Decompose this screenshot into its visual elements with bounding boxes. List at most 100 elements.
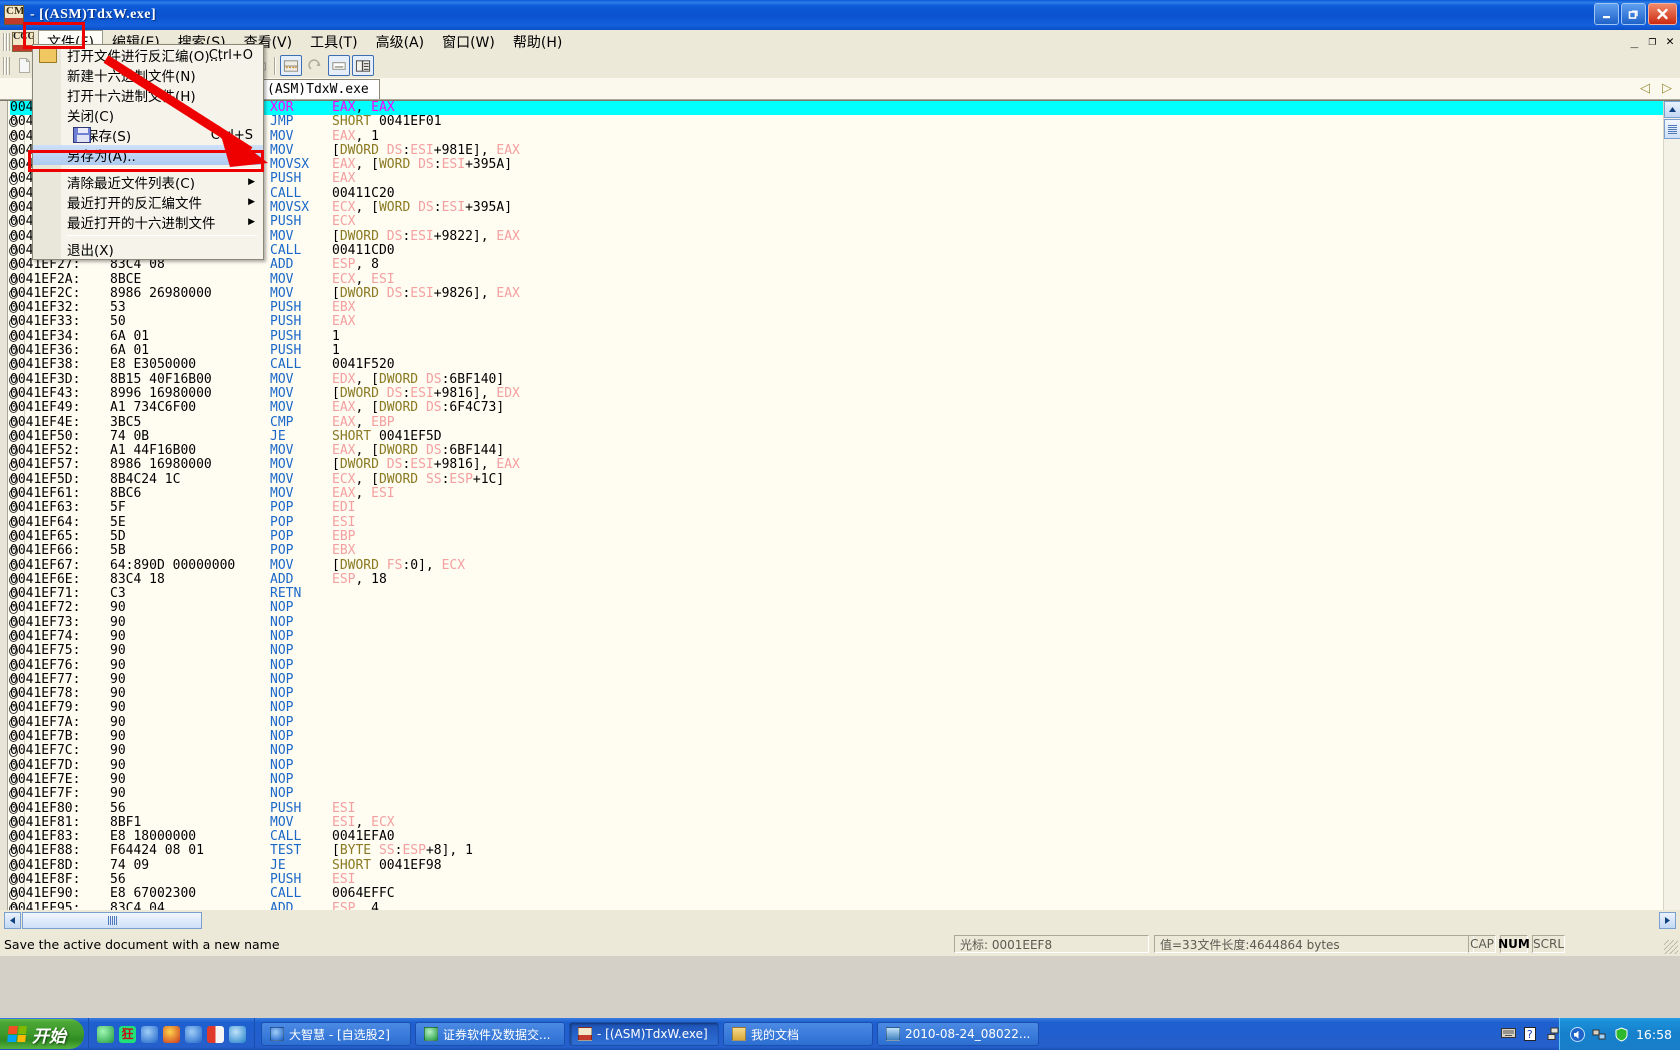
menu-help[interactable]: 帮助(H) bbox=[504, 30, 571, 54]
start-button[interactable]: 开始 bbox=[0, 1019, 84, 1049]
code-line[interactable]: 0041EF7C: 90 NOP bbox=[10, 744, 1663, 759]
code-line[interactable]: 0041EF79: 90 NOP bbox=[10, 701, 1663, 716]
file-menu-item[interactable]: 保存(S) Ctrl+S bbox=[33, 125, 263, 145]
code-line[interactable]: 0041EF80: 56 PUSH ESI bbox=[10, 801, 1663, 816]
code-line[interactable]: 0041EF88: F64424 08 01 TEST [BYTE SS:ESP+8]… bbox=[10, 844, 1663, 859]
code-line[interactable]: 0041EF34: 6A 01 PUSH 1 bbox=[10, 329, 1663, 344]
code-line[interactable]: 0041EF72: 90 NOP bbox=[10, 601, 1663, 616]
minimize-button[interactable] bbox=[1594, 3, 1619, 25]
quick-launch-bar[interactable]: 狂 bbox=[88, 1018, 255, 1050]
tab-asm-tdxw[interactable]: (ASM)TdxW.exe bbox=[260, 79, 380, 99]
help-icon[interactable]: ? bbox=[1524, 1026, 1539, 1042]
resize-grip[interactable] bbox=[1664, 940, 1678, 954]
code-line[interactable]: 0041EF50: 74 0B JE SHORT 0041EF5D bbox=[10, 429, 1663, 444]
code-line[interactable]: 0041EF7D: 90 NOP bbox=[10, 758, 1663, 773]
quicklaunch-tool-icon[interactable] bbox=[163, 1025, 180, 1043]
code-line[interactable]: 0041EF90: E8 67002300 CALL 0064EFFC bbox=[10, 887, 1663, 902]
code-line[interactable]: 0041EF6E: 83C4 18 ADD ESP, 18 bbox=[10, 572, 1663, 587]
code-line[interactable]: 0041EF38: E8 E3050000 CALL 0041F520 bbox=[10, 358, 1663, 373]
code-line[interactable]: 0041EF75: 90 NOP bbox=[10, 643, 1663, 658]
code-line[interactable]: 0041EF73: 90 NOP bbox=[10, 615, 1663, 630]
taskbar-task-button[interactable]: 2010-08-24_08022... bbox=[877, 1022, 1040, 1046]
code-line[interactable]: 0041EF33: 50 PUSH EAX bbox=[10, 315, 1663, 330]
maximize-button[interactable] bbox=[1621, 3, 1646, 25]
hex-table-button[interactable] bbox=[280, 55, 302, 76]
taskbar-task-button[interactable]: - [(ASM)TdxW.exe] bbox=[569, 1022, 719, 1046]
vertical-scrollbar[interactable] bbox=[1663, 101, 1680, 911]
code-line[interactable]: 0041EF5D: 8B4C24 1C MOV ECX, [DWORD SS:ESP+… bbox=[10, 472, 1663, 487]
taskbar-task-button[interactable]: 大智慧 - [自选股2] bbox=[261, 1022, 411, 1046]
code-line[interactable]: 0041EF74: 90 NOP bbox=[10, 629, 1663, 644]
quicklaunch-kuang-icon[interactable]: 狂 bbox=[119, 1025, 136, 1043]
menu-tools[interactable]: 工具(T) bbox=[301, 30, 366, 54]
code-line[interactable]: 0041EF7B: 90 NOP bbox=[10, 729, 1663, 744]
quicklaunch-outlook-icon[interactable] bbox=[229, 1025, 246, 1043]
close-button[interactable] bbox=[1648, 3, 1677, 25]
volume-icon[interactable] bbox=[1569, 1026, 1585, 1042]
taskbar-task-button[interactable]: 我的文档 bbox=[723, 1022, 873, 1046]
scroll-right-button[interactable] bbox=[1659, 912, 1676, 929]
code-line[interactable]: 0041EF71: C3 RETN bbox=[10, 586, 1663, 601]
file-menu-item[interactable]: 退出(X) bbox=[33, 239, 263, 259]
tray-clock[interactable]: 16:58 bbox=[1636, 1027, 1672, 1042]
code-line[interactable]: 0041EF76: 90 NOP bbox=[10, 658, 1663, 673]
keyboard-icon[interactable] bbox=[1501, 1027, 1516, 1042]
file-menu-item[interactable]: 另存为(A).. bbox=[33, 145, 263, 165]
quicklaunch-media-icon[interactable] bbox=[207, 1025, 224, 1043]
code-line[interactable]: 0041EF67: 64:890D 00000000 MOV [DWORD FS:0]… bbox=[10, 558, 1663, 573]
code-line[interactable]: 0041EF49: A1 734C6F00 MOV EAX, [DWORD DS:6F… bbox=[10, 400, 1663, 415]
menubar-grip[interactable] bbox=[2, 32, 10, 51]
code-line[interactable]: 0041EF4E: 3BC5 CMP EAX, EBP bbox=[10, 415, 1663, 430]
code-line[interactable]: 0041EF61: 8BC6 MOV EAX, ESI bbox=[10, 486, 1663, 501]
code-line[interactable]: 0041EF78: 90 NOP bbox=[10, 686, 1663, 701]
horizontal-scrollbar[interactable] bbox=[0, 910, 1680, 932]
quicklaunch-ie2-icon[interactable] bbox=[185, 1025, 202, 1043]
code-line[interactable]: 0041EF66: 5B POP EBX bbox=[10, 543, 1663, 558]
code-line[interactable]: 0041EF65: 5D POP EBP bbox=[10, 529, 1663, 544]
mdi-restore-button[interactable]: ❐ bbox=[1648, 34, 1656, 49]
code-line[interactable]: 0041EF27: 83C4 08 ADD ESP, 8 bbox=[10, 257, 1663, 272]
code-line[interactable]: 0041EF57: 8986 16980000 MOV [DWORD DS:ESI+9… bbox=[10, 458, 1663, 473]
goto-button[interactable] bbox=[304, 55, 326, 76]
code-line[interactable]: 0041EF2A: 8BCE MOV ECX, ESI bbox=[10, 272, 1663, 287]
scroll-up-button[interactable] bbox=[1664, 101, 1680, 118]
code-line[interactable]: 0041EF63: 5F POP EDI bbox=[10, 501, 1663, 516]
code-line[interactable]: 0041EF2C: 8986 26980000 MOV [DWORD DS:ESI+9… bbox=[10, 286, 1663, 301]
code-line[interactable]: 0041EF36: 6A 01 PUSH 1 bbox=[10, 343, 1663, 358]
code-line[interactable]: 0041EF52: A1 44F16B00 MOV EAX, [DWORD DS:6B… bbox=[10, 443, 1663, 458]
vertical-scroll-thumb[interactable] bbox=[1664, 119, 1680, 139]
mdi-close-button[interactable]: ✕ bbox=[1666, 34, 1674, 49]
code-line[interactable]: 0041EF83: E8 18000000 CALL 0041EFA0 bbox=[10, 829, 1663, 844]
menu-window[interactable]: 窗口(W) bbox=[433, 30, 504, 54]
network-activity-icon[interactable] bbox=[1592, 1027, 1607, 1042]
code-line[interactable]: 0041EF7E: 90 NOP bbox=[10, 772, 1663, 787]
quicklaunch-ie-icon[interactable] bbox=[141, 1025, 158, 1043]
code-line[interactable]: 0041EF3D: 8B15 40F16B00 MOV EDX, [DWORD DS:… bbox=[10, 372, 1663, 387]
shield-icon[interactable] bbox=[1614, 1026, 1629, 1042]
taskbar-task-button[interactable]: 证券软件及数据交... bbox=[415, 1022, 565, 1046]
file-menu-item[interactable]: 新建十六进制文件(N) bbox=[33, 65, 263, 85]
menu-advanced[interactable]: 高级(A) bbox=[367, 30, 434, 54]
code-line[interactable]: 0041EF77: 90 NOP bbox=[10, 672, 1663, 687]
code-line[interactable]: 0041EF81: 8BF1 MOV ESI, ECX bbox=[10, 815, 1663, 830]
mdi-minimize-button[interactable]: _ bbox=[1631, 34, 1639, 49]
horizontal-scroll-thumb[interactable] bbox=[22, 912, 202, 929]
code-line[interactable]: 0041EF43: 8996 16980000 MOV [DWORD DS:ESI+9… bbox=[10, 386, 1663, 401]
split-view-button[interactable] bbox=[352, 55, 374, 76]
code-line[interactable]: 0041EF7A: 90 NOP bbox=[10, 715, 1663, 730]
file-menu-item[interactable]: 打开十六进制文件(H) bbox=[33, 85, 263, 105]
file-menu-item[interactable]: 最近打开的反汇编文件 ▶ bbox=[33, 192, 263, 212]
scroll-left-button[interactable] bbox=[4, 912, 21, 929]
file-menu-item[interactable]: 打开文件进行反汇编(O)... Ctrl+O bbox=[33, 45, 263, 65]
code-line[interactable]: 0041EF7F: 90 NOP bbox=[10, 786, 1663, 801]
code-line[interactable]: 0041EF8F: 56 PUSH ESI bbox=[10, 872, 1663, 887]
code-line[interactable]: 0041EF8D: 74 09 JE SHORT 0041EF98 bbox=[10, 858, 1663, 873]
strip-view-button[interactable] bbox=[328, 55, 350, 76]
tab-scroll-left-icon[interactable]: ◁ bbox=[1640, 80, 1650, 96]
toolbar-grip[interactable] bbox=[2, 56, 10, 75]
quicklaunch-show-desktop-icon[interactable] bbox=[97, 1025, 114, 1043]
code-line[interactable]: 0041EF32: 53 PUSH EBX bbox=[10, 300, 1663, 315]
file-menu-item[interactable]: 清除最近文件列表(C) ▶ bbox=[33, 172, 263, 192]
file-menu-dropdown[interactable]: 打开文件进行反汇编(O)... Ctrl+O 新建十六进制文件(N) 打开十六进制文件… bbox=[32, 44, 264, 260]
file-menu-item[interactable]: 关闭(C) bbox=[33, 105, 263, 125]
